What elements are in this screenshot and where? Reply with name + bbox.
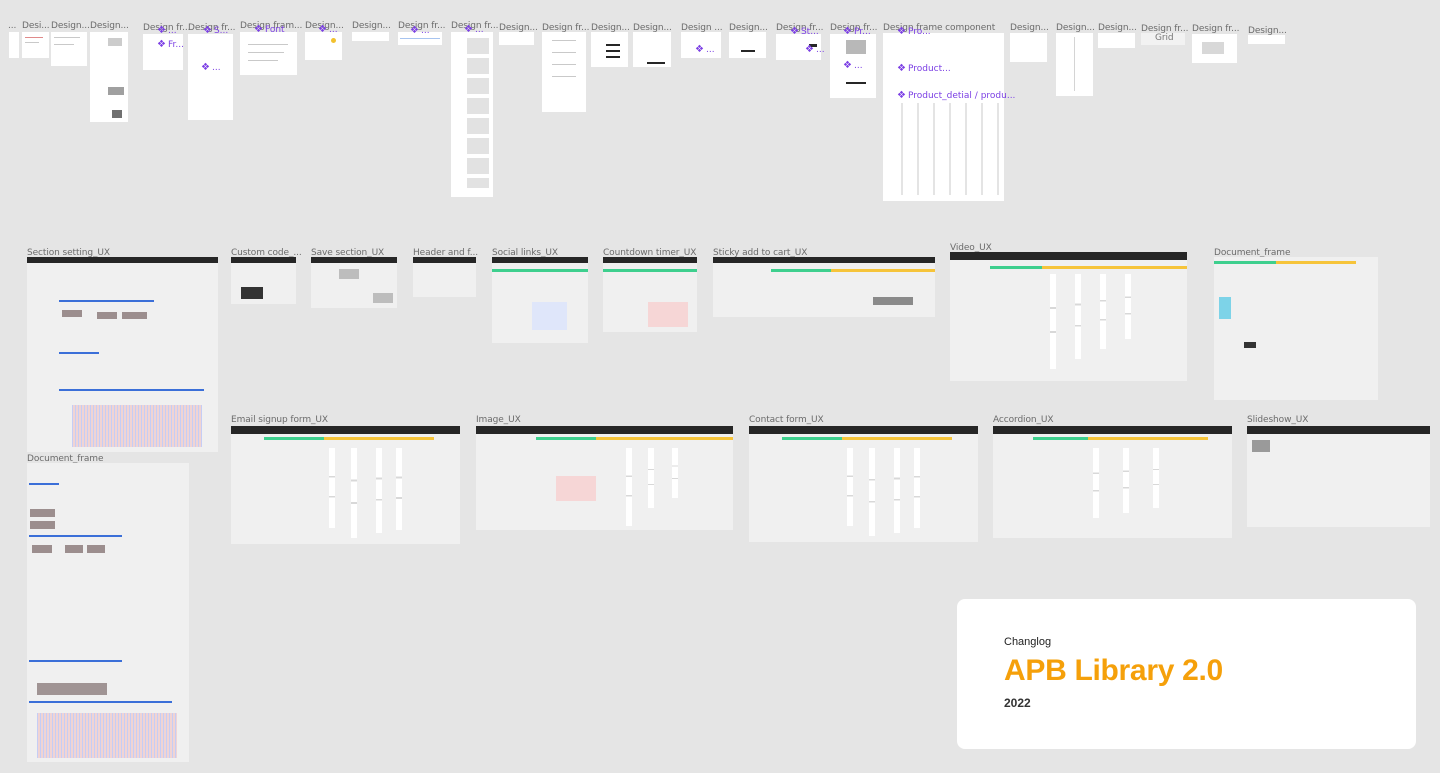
social-links-frame[interactable] <box>492 257 588 343</box>
design-frame[interactable] <box>305 32 342 60</box>
component-icon: ❖ <box>203 25 212 36</box>
component-label[interactable]: ❖ Product... <box>897 63 951 75</box>
design-canvas[interactable]: ... Desi... Design... Design... Design f… <box>0 0 1440 773</box>
frame-label[interactable]: Design... <box>1010 23 1049 33</box>
sticky-add-to-cart-frame[interactable] <box>713 257 935 317</box>
component-label[interactable]: ❖ Font <box>254 24 285 36</box>
frame-label[interactable]: ... <box>8 21 16 31</box>
design-frame[interactable] <box>1192 34 1237 63</box>
design-frame[interactable] <box>451 32 493 197</box>
design-frame[interactable] <box>1010 33 1047 62</box>
component-icon: ❖ <box>843 26 852 37</box>
frame-label[interactable]: Design... <box>51 21 90 31</box>
frame-label[interactable]: Contact form_UX <box>749 415 824 425</box>
component-label[interactable]: ❖ Fr... <box>157 39 184 51</box>
component-icon: ❖ <box>157 25 166 36</box>
component-label[interactable]: ❖... <box>410 25 430 37</box>
document-frame[interactable] <box>27 463 189 762</box>
frame-label[interactable]: Design... <box>1098 23 1137 33</box>
video-frame[interactable] <box>950 252 1187 381</box>
component-label[interactable]: ❖... <box>843 60 863 72</box>
design-frame[interactable] <box>499 32 534 45</box>
component-label[interactable]: ❖... <box>318 24 338 36</box>
component-icon: ❖ <box>805 44 814 55</box>
component-label[interactable]: ❖... <box>695 44 715 56</box>
component-icon: ❖ <box>790 26 799 37</box>
changelog-card[interactable]: Changlog APB Library 2.0 2022 <box>957 599 1416 749</box>
frame-label[interactable]: Design fr... <box>1192 24 1239 34</box>
document-frame[interactable] <box>1214 257 1378 400</box>
component-label[interactable]: ❖ S... <box>203 25 228 37</box>
design-frame[interactable] <box>51 32 87 66</box>
component-icon: ❖ <box>201 62 210 73</box>
save-section-frame[interactable] <box>311 257 397 308</box>
frame-label[interactable]: Desi... <box>22 21 50 31</box>
frame-label[interactable]: Accordion_UX <box>993 415 1054 425</box>
frame-label[interactable]: Design... <box>1056 23 1095 33</box>
component-icon: ❖ <box>318 24 327 35</box>
design-frame[interactable] <box>352 32 389 41</box>
component-icon: ❖ <box>157 39 166 50</box>
component-label[interactable]: ❖ Product_detial / produ... <box>897 90 1015 102</box>
header-footer-frame[interactable] <box>413 257 476 297</box>
component-label[interactable]: ❖ Pro... <box>897 26 931 38</box>
grid-label: Grid <box>1155 33 1174 43</box>
custom-code-frame[interactable] <box>231 257 296 304</box>
component-icon: ❖ <box>897 26 906 37</box>
design-frame[interactable] <box>240 32 297 75</box>
component-label[interactable]: ❖... <box>157 25 177 37</box>
component-icon: ❖ <box>897 63 906 74</box>
frame-label[interactable]: Design... <box>90 21 129 31</box>
design-frame[interactable] <box>22 32 49 58</box>
frame-label[interactable]: Slideshow_UX <box>1247 415 1308 425</box>
design-frame[interactable] <box>591 32 628 67</box>
slideshow-frame[interactable] <box>1247 426 1430 527</box>
design-frame[interactable] <box>188 34 233 120</box>
frame-label[interactable]: Image_UX <box>476 415 521 425</box>
component-label[interactable]: ❖ St... <box>790 26 819 38</box>
design-frame[interactable] <box>1248 35 1285 44</box>
design-frame[interactable] <box>1056 33 1093 96</box>
design-frame[interactable] <box>729 32 766 58</box>
countdown-timer-frame[interactable] <box>603 257 697 332</box>
frame-label[interactable]: Email signup form_UX <box>231 415 328 425</box>
frame-label[interactable]: Design... <box>352 21 391 31</box>
email-signup-frame[interactable] <box>231 426 460 544</box>
component-icon: ❖ <box>464 24 473 35</box>
design-frame[interactable] <box>90 32 128 122</box>
changelog-subtitle: Changlog <box>1004 636 1052 648</box>
component-icon: ❖ <box>695 44 704 55</box>
changelog-title: APB Library 2.0 <box>1004 654 1223 687</box>
component-label[interactable]: ❖... <box>201 62 221 74</box>
image-frame[interactable] <box>476 426 733 530</box>
component-label[interactable]: ❖... <box>464 24 484 36</box>
component-icon: ❖ <box>410 25 419 36</box>
accordion-frame[interactable] <box>993 426 1232 538</box>
contact-form-frame[interactable] <box>749 426 978 542</box>
component-label[interactable]: ❖... <box>805 44 825 56</box>
design-frame[interactable] <box>1098 33 1135 48</box>
component-icon: ❖ <box>897 90 906 101</box>
design-frame[interactable] <box>633 32 671 67</box>
component-icon: ❖ <box>843 60 852 71</box>
changelog-year: 2022 <box>1004 696 1031 710</box>
design-frame-component[interactable] <box>883 33 1004 201</box>
design-frame[interactable] <box>542 32 586 112</box>
section-setting-frame[interactable] <box>27 257 218 452</box>
component-label[interactable]: ❖ Pr... <box>843 26 871 38</box>
component-icon: ❖ <box>254 24 263 35</box>
design-frame[interactable] <box>9 32 19 58</box>
